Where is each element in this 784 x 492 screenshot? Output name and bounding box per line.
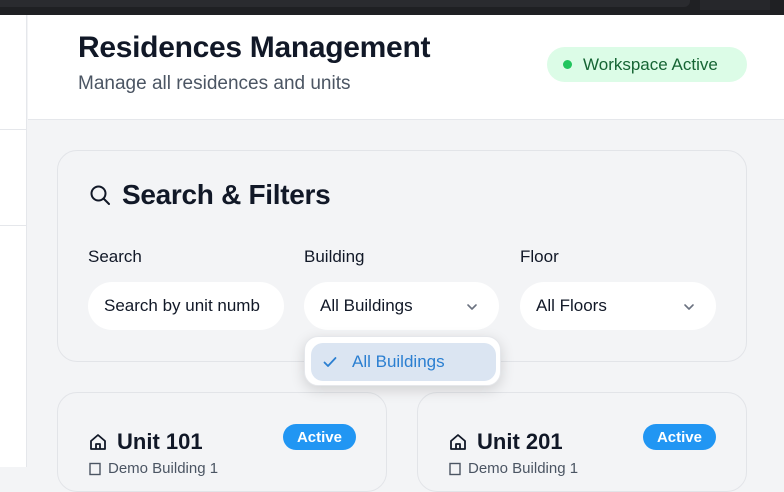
home-icon — [90, 434, 106, 450]
dropdown-option-all-buildings[interactable]: All Buildings — [311, 343, 496, 381]
page-header: Residences Management Manage all residen… — [28, 15, 784, 120]
filters-title-text: Search & Filters — [122, 179, 331, 210]
unit-building: Demo Building 1 — [448, 460, 578, 477]
search-icon — [90, 185, 110, 205]
page-title: Residences Management — [78, 31, 431, 64]
floor-select-value: All Floors — [536, 296, 607, 315]
workspace-status-label: Workspace Active — [583, 54, 718, 74]
top-bar-handle — [700, 0, 770, 10]
floor-label: Floor — [520, 247, 559, 266]
status-badge: Active — [282, 424, 356, 450]
search-label: Search — [88, 247, 142, 266]
status-badge: Active — [642, 424, 716, 450]
unit-name: Unit 101 — [117, 429, 203, 454]
search-field[interactable] — [88, 282, 284, 330]
dropdown-option-label: All Buildings — [352, 352, 445, 371]
building-select[interactable]: All Buildings — [304, 282, 499, 330]
unit-title: Unit 101 — [88, 429, 203, 455]
unit-card[interactable]: Unit 101 Active Demo Building 1 — [57, 392, 387, 492]
unit-card[interactable]: Unit 201 Active Demo Building 1 — [417, 392, 747, 492]
check-icon — [323, 357, 337, 367]
building-dropdown-menu: All Buildings — [304, 336, 501, 386]
status-dot-icon — [563, 60, 572, 69]
unit-building-name: Demo Building 1 — [468, 460, 579, 477]
unit-title: Unit 201 — [448, 429, 563, 455]
sidebar-divider — [0, 129, 27, 130]
search-filters-card: Search & Filters Search Building Floor A… — [57, 150, 747, 362]
floor-select[interactable]: All Floors — [520, 282, 716, 330]
sidebar-divider — [0, 225, 27, 226]
building-label: Building — [304, 247, 365, 266]
home-icon — [450, 434, 466, 450]
filters-title: Search & Filters — [88, 179, 331, 211]
page-subtitle: Manage all residences and units — [78, 73, 351, 94]
chevron-down-icon — [467, 304, 477, 310]
sidebar — [0, 15, 27, 467]
building-select-value: All Buildings — [320, 296, 413, 315]
unit-name: Unit 201 — [477, 429, 563, 454]
top-bar-strip — [0, 0, 690, 7]
browser-top-bar — [0, 0, 784, 15]
unit-building: Demo Building 1 — [88, 460, 218, 477]
search-input[interactable] — [104, 296, 284, 316]
chevron-down-icon — [684, 304, 694, 310]
workspace-status-badge: Workspace Active — [547, 47, 747, 82]
unit-building-name: Demo Building 1 — [108, 460, 219, 477]
building-icon — [89, 462, 101, 475]
building-icon — [449, 462, 461, 475]
